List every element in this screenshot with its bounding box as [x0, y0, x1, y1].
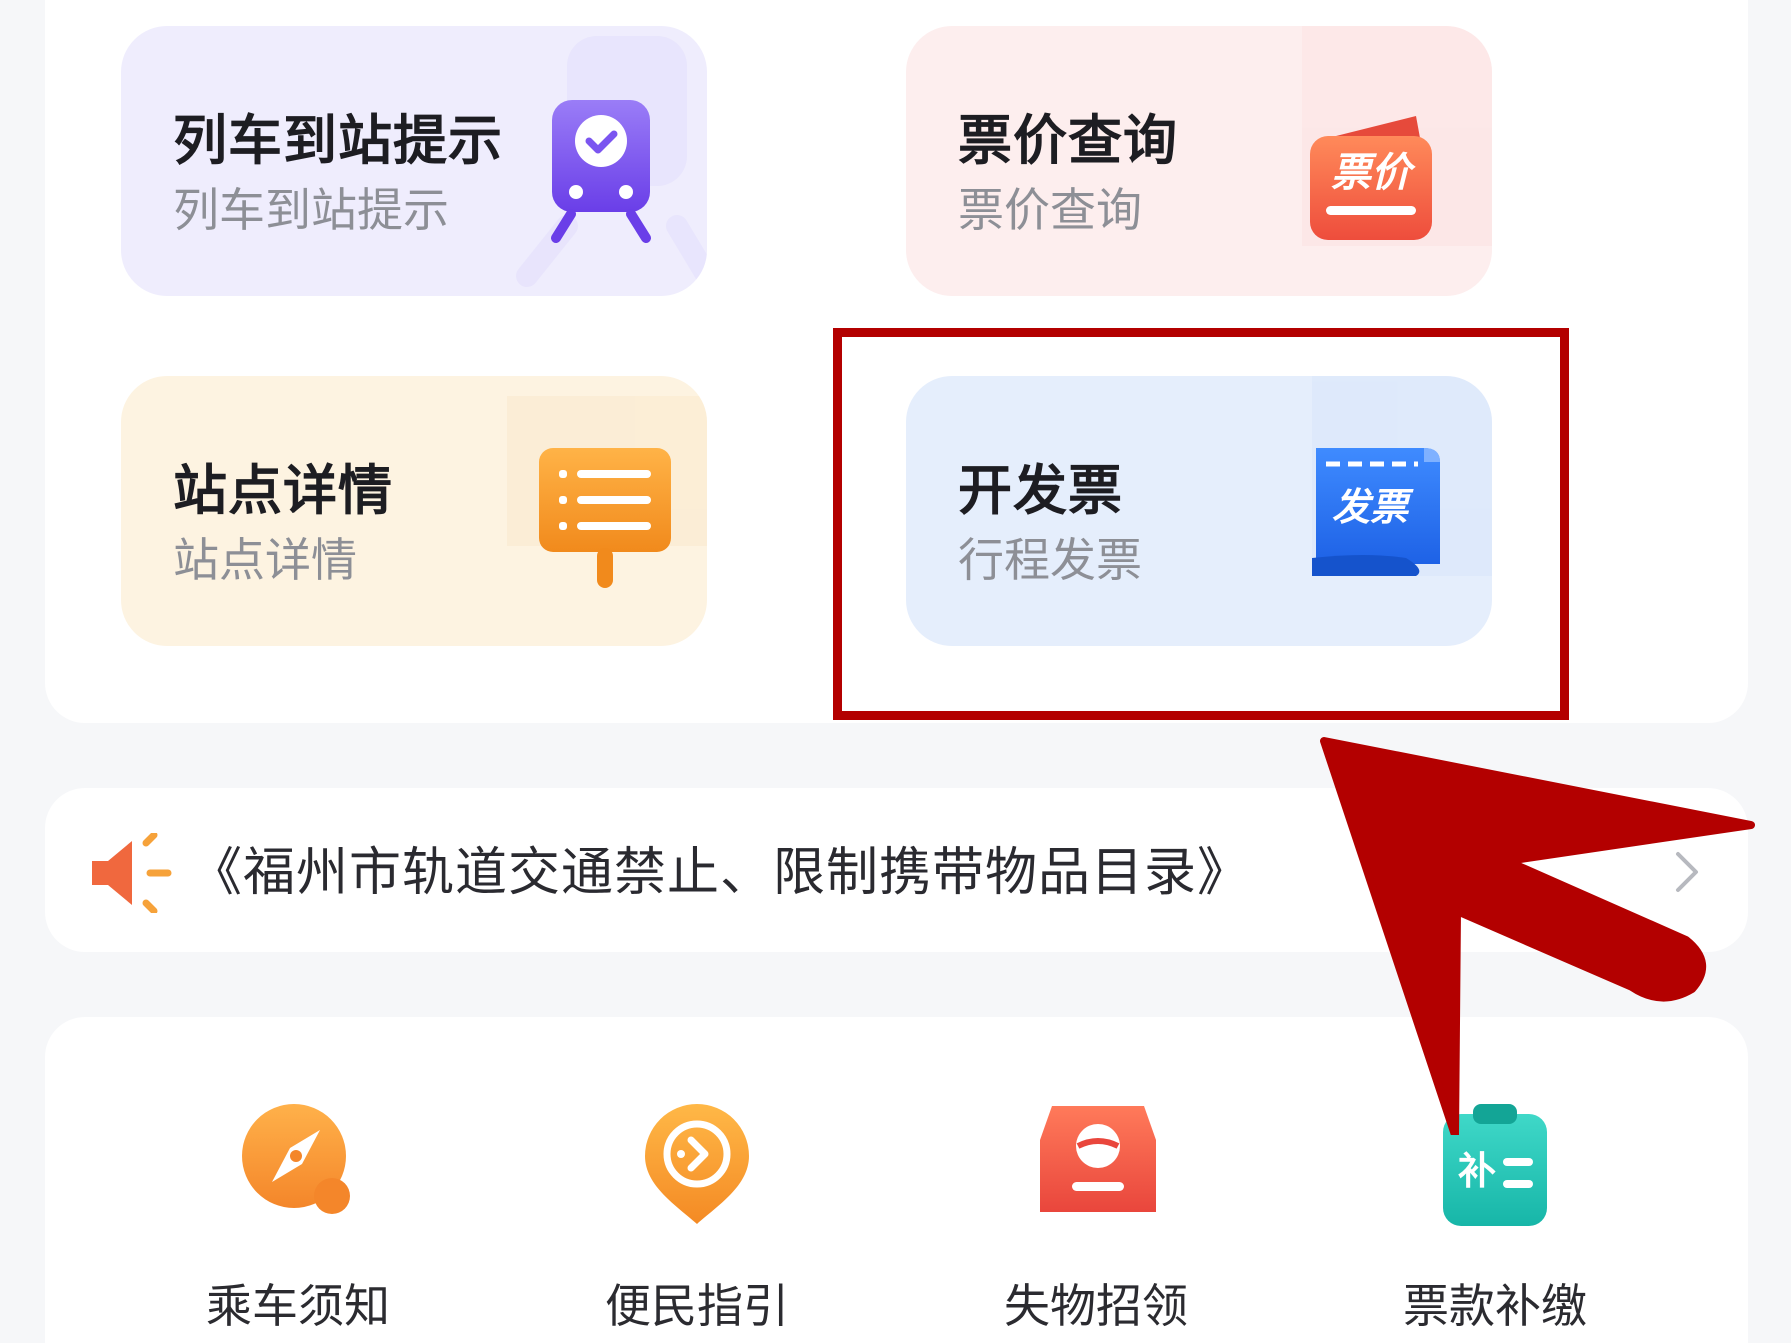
signboard-list-icon [539, 448, 671, 588]
svg-text:票价: 票价 [1331, 150, 1416, 196]
train-arrival-card[interactable]: 列车到站提示 列车到站提示 [121, 26, 707, 296]
tool-convenience-guide[interactable]: 便民指引 [527, 1100, 867, 1343]
compass-icon [242, 1104, 350, 1214]
red-arrow-annotation [1320, 737, 1755, 1135]
card-title: 列车到站提示 [173, 109, 503, 172]
card-subtitle: 站点详情 [173, 533, 357, 587]
svg-text:补: 补 [1458, 1149, 1496, 1193]
card-subtitle: 票价查询 [958, 183, 1142, 237]
tool-lost-found[interactable]: 失物招领 [926, 1100, 1266, 1343]
lost-box-icon [1040, 1106, 1156, 1212]
speaker-icon [92, 833, 172, 913]
card-title: 站点详情 [173, 459, 393, 522]
location-arrow-icon [645, 1104, 749, 1224]
notice-text[interactable]: 《福州市轨道交通禁止、限制携带物品目录》 [190, 830, 1250, 905]
tool-fare-supplement[interactable]: 补 票款补缴 [1325, 1100, 1665, 1343]
invoice-highlight-box [833, 328, 1569, 720]
tool-label: 票款补缴 [1403, 1279, 1587, 1333]
fare-query-card[interactable]: 票价查询 票价查询 票价 [906, 26, 1492, 296]
station-details-card[interactable]: 站点详情 站点详情 [121, 376, 707, 646]
ticket-price-icon: 票价 [1310, 116, 1432, 240]
tool-label: 便民指引 [605, 1279, 789, 1333]
tool-label: 乘车须知 [206, 1279, 390, 1333]
tool-ride-notice[interactable]: 乘车须知 [128, 1100, 468, 1343]
tool-label: 失物招领 [1004, 1279, 1188, 1333]
card-title: 票价查询 [958, 109, 1178, 172]
card-subtitle: 列车到站提示 [173, 183, 449, 237]
train-check-icon [551, 100, 651, 243]
